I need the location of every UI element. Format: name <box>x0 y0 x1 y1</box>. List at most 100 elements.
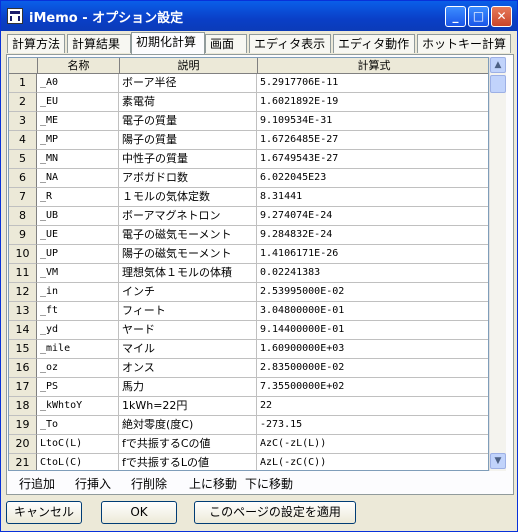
description-cell[interactable]: オンス <box>119 359 257 378</box>
formula-cell[interactable]: 2.53995000E-02 <box>257 283 488 302</box>
row-number[interactable]: 19 <box>9 416 37 435</box>
scroll-thumb[interactable] <box>490 75 506 93</box>
name-cell[interactable]: _MP <box>37 131 119 150</box>
add-row-button[interactable]: 行追加 <box>19 475 55 492</box>
name-cell[interactable]: _VM <box>37 264 119 283</box>
row-number[interactable]: 15 <box>9 340 37 359</box>
formula-cell[interactable]: 1.60900000E+03 <box>257 340 488 359</box>
apply-page-button[interactable]: このページの設定を適用 <box>194 501 356 524</box>
row-number[interactable]: 8 <box>9 207 37 226</box>
tab-init-calc[interactable]: 初期化計算 <box>131 32 205 54</box>
formula-cell[interactable]: 9.14400000E-01 <box>257 321 488 340</box>
description-cell[interactable]: fで共振するCの値 <box>119 435 257 454</box>
description-cell[interactable]: 1kWh=22円 <box>119 397 257 416</box>
name-cell[interactable]: _oz <box>37 359 119 378</box>
formula-cell[interactable]: 7.35500000E+02 <box>257 378 488 397</box>
tab-calc-method[interactable]: 計算方法 <box>7 34 65 53</box>
description-cell[interactable]: 電子の質量 <box>119 112 257 131</box>
row-number[interactable]: 18 <box>9 397 37 416</box>
formula-cell[interactable]: 1.6726485E-27 <box>257 131 488 150</box>
formula-cell[interactable]: 1.6021892E-19 <box>257 93 488 112</box>
description-cell[interactable]: ボーア半径 <box>119 74 257 93</box>
row-number[interactable]: 5 <box>9 150 37 169</box>
delete-row-button[interactable]: 行削除 <box>131 475 167 492</box>
description-cell[interactable]: 絶対零度(度C) <box>119 416 257 435</box>
formula-cell[interactable]: -273.15 <box>257 416 488 435</box>
description-cell[interactable]: 電子の磁気モーメント <box>119 226 257 245</box>
description-cell[interactable]: １モルの気体定数 <box>119 188 257 207</box>
name-cell[interactable]: _PS <box>37 378 119 397</box>
formula-cell[interactable]: 3.04800000E-01 <box>257 302 488 321</box>
name-cell[interactable]: _yd <box>37 321 119 340</box>
move-up-button[interactable]: 上に移動 <box>189 475 237 492</box>
cancel-button[interactable]: キャンセル <box>6 501 82 524</box>
description-cell[interactable]: 中性子の質量 <box>119 150 257 169</box>
name-cell[interactable]: _R <box>37 188 119 207</box>
name-cell[interactable]: _kWhtoY <box>37 397 119 416</box>
formula-cell[interactable]: 5.2917706E-11 <box>257 74 488 93</box>
formula-cell[interactable]: 9.274074E-24 <box>257 207 488 226</box>
name-cell[interactable]: _To <box>37 416 119 435</box>
description-cell[interactable]: fで共振するLの値 <box>119 454 257 470</box>
formula-cell[interactable]: AzL(-zC(C)) <box>257 454 488 470</box>
description-cell[interactable]: ヤード <box>119 321 257 340</box>
minimize-button[interactable]: _ <box>445 6 466 27</box>
name-cell[interactable]: _UE <box>37 226 119 245</box>
formula-cell[interactable]: 2.83500000E-02 <box>257 359 488 378</box>
formula-cell[interactable]: 8.31441 <box>257 188 488 207</box>
tab-editor-display[interactable]: エディタ表示 <box>249 34 331 53</box>
description-cell[interactable]: アボガドロ数 <box>119 169 257 188</box>
tab-editor-behavior[interactable]: エディタ動作 <box>333 34 415 53</box>
row-number[interactable]: 7 <box>9 188 37 207</box>
header-formula[interactable]: 計算式 <box>257 58 488 74</box>
row-number[interactable]: 9 <box>9 226 37 245</box>
formula-cell[interactable]: 9.109534E-31 <box>257 112 488 131</box>
formula-cell[interactable]: 6.022045E23 <box>257 169 488 188</box>
row-number[interactable]: 16 <box>9 359 37 378</box>
row-number[interactable]: 11 <box>9 264 37 283</box>
name-cell[interactable]: _in <box>37 283 119 302</box>
description-cell[interactable]: 陽子の磁気モーメント <box>119 245 257 264</box>
description-cell[interactable]: 理想気体１モルの体積 <box>119 264 257 283</box>
description-cell[interactable]: インチ <box>119 283 257 302</box>
description-cell[interactable]: ボーアマグネトロン <box>119 207 257 226</box>
tab-calc-result[interactable]: 計算結果 <box>67 34 131 53</box>
name-cell[interactable]: _NA <box>37 169 119 188</box>
formula-cell[interactable]: AzC(-zL(L)) <box>257 435 488 454</box>
row-number[interactable]: 20 <box>9 435 37 454</box>
description-cell[interactable]: フィート <box>119 302 257 321</box>
row-number[interactable]: 17 <box>9 378 37 397</box>
description-cell[interactable]: 素電荷 <box>119 93 257 112</box>
name-cell[interactable]: CtoL(C) <box>37 454 119 470</box>
move-down-button[interactable]: 下に移動 <box>245 475 293 492</box>
formula-cell[interactable]: 22 <box>257 397 488 416</box>
insert-row-button[interactable]: 行挿入 <box>75 475 111 492</box>
scroll-up-icon[interactable]: ▲ <box>490 57 506 73</box>
ok-button[interactable]: OK <box>101 501 177 524</box>
header-description[interactable]: 説明 <box>119 58 257 74</box>
tab-hotkey-calc[interactable]: ホットキー計算 <box>417 34 511 53</box>
header-name[interactable]: 名称 <box>37 58 119 74</box>
maximize-button[interactable]: □ <box>468 6 489 27</box>
name-cell[interactable]: _mile <box>37 340 119 359</box>
row-number[interactable]: 6 <box>9 169 37 188</box>
name-cell[interactable]: _ft <box>37 302 119 321</box>
row-number[interactable]: 4 <box>9 131 37 150</box>
tab-screen[interactable]: 画面 <box>205 34 247 53</box>
formula-cell[interactable]: 0.02241383 <box>257 264 488 283</box>
vertical-scrollbar[interactable]: ▲ ▼ <box>489 57 506 471</box>
name-cell[interactable]: _A0 <box>37 74 119 93</box>
row-number[interactable]: 12 <box>9 283 37 302</box>
description-cell[interactable]: 馬力 <box>119 378 257 397</box>
formula-cell[interactable]: 9.284832E-24 <box>257 226 488 245</box>
name-cell[interactable]: _ME <box>37 112 119 131</box>
description-cell[interactable]: 陽子の質量 <box>119 131 257 150</box>
row-number[interactable]: 1 <box>9 74 37 93</box>
close-button[interactable]: ✕ <box>491 6 512 27</box>
name-cell[interactable]: _EU <box>37 93 119 112</box>
row-number[interactable]: 10 <box>9 245 37 264</box>
name-cell[interactable]: LtoC(L) <box>37 435 119 454</box>
row-number[interactable]: 14 <box>9 321 37 340</box>
formula-cell[interactable]: 1.6749543E-27 <box>257 150 488 169</box>
row-number[interactable]: 21 <box>9 454 37 470</box>
